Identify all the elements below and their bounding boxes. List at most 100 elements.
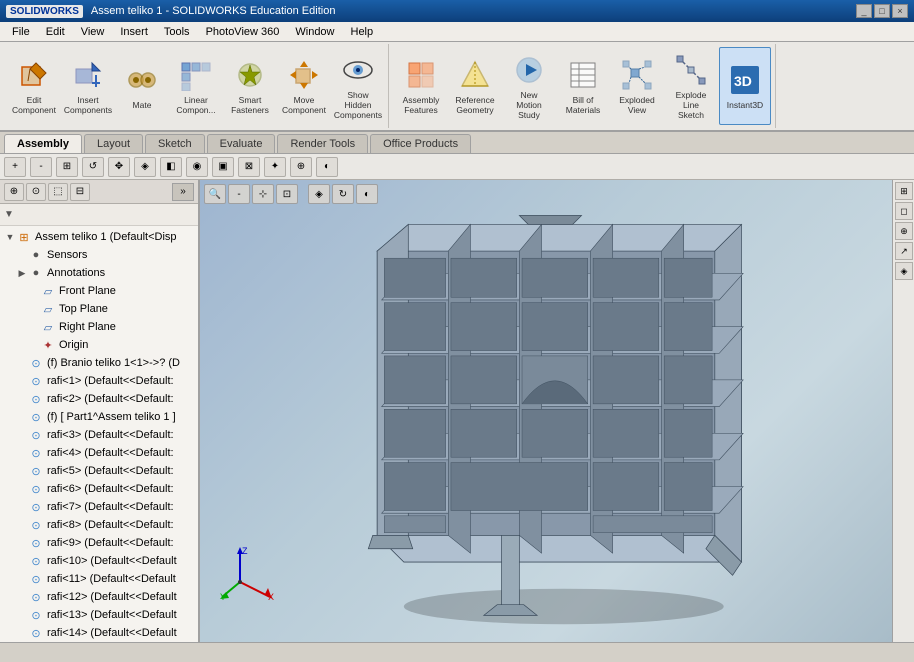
tree-expand-0[interactable]: ▼ [4, 231, 16, 243]
tree-label-15: rafi<7> (Default<<Default: [47, 501, 174, 513]
tree-label-0: Assem teliko 1 (Default<Disp [35, 231, 177, 243]
tree-item-3[interactable]: ▱Front Plane [0, 282, 198, 300]
tree-item-16[interactable]: ⊙rafi<8> (Default<<Default: [0, 516, 198, 534]
view-orient-button[interactable]: ◈ [134, 157, 156, 177]
right-icon-3[interactable]: ⊕ [895, 222, 913, 240]
tab-evaluate[interactable]: Evaluate [207, 134, 276, 153]
tree-item-17[interactable]: ⊙rafi<9> (Default<<Default: [0, 534, 198, 552]
tree-item-4[interactable]: ▱Top Plane [0, 300, 198, 318]
panel-btn-4[interactable]: ⊟ [70, 183, 90, 201]
tab-render-tools[interactable]: Render Tools [277, 134, 368, 153]
tree-label-7: (f) Branio teliko 1<1>->? (D [47, 357, 180, 369]
filter-icon: ▼ [4, 209, 14, 220]
show-hidden-button[interactable]: ShowHiddenComponents [332, 47, 384, 125]
menu-edit[interactable]: Edit [38, 24, 73, 40]
right-icon-4[interactable]: ↗ [895, 242, 913, 260]
zoom-out-button[interactable]: - [30, 157, 52, 177]
menu-insert[interactable]: Insert [112, 24, 156, 40]
lights-button[interactable]: ✦ [264, 157, 286, 177]
reference-geometry-button[interactable]: ReferenceGeometry [449, 47, 501, 125]
reference-geometry-label: ReferenceGeometry [455, 95, 494, 115]
edit-component-label: EditComponent [12, 95, 56, 115]
menu-photoview[interactable]: PhotoView 360 [198, 24, 288, 40]
tree-item-5[interactable]: ▱Right Plane [0, 318, 198, 336]
tree-item-1[interactable]: ●Sensors [0, 246, 198, 264]
right-icon-5[interactable]: ◈ [895, 262, 913, 280]
tree-item-22[interactable]: ⊙rafi<14> (Default<<Default [0, 624, 198, 642]
maximize-button[interactable]: □ [874, 4, 890, 18]
zoom-in-button[interactable]: + [4, 157, 26, 177]
tree-expand-2[interactable]: ▶ [16, 267, 28, 279]
tree-item-10[interactable]: ⊙(f) [ Part1^Assem teliko 1 ] [0, 408, 198, 426]
menu-window[interactable]: Window [287, 24, 342, 40]
hide-show-button[interactable]: ◐ [316, 157, 338, 177]
exploded-view-button[interactable]: ExplodedView [611, 47, 663, 125]
tree-label-11: rafi<3> (Default<<Default: [47, 429, 174, 441]
tab-sketch[interactable]: Sketch [145, 134, 205, 153]
menu-tools[interactable]: Tools [156, 24, 198, 40]
tree-icon-part: ⊙ [28, 625, 44, 641]
tree-label-2: Annotations [47, 267, 105, 279]
tree-expand-10 [16, 411, 28, 423]
bill-of-materials-button[interactable]: Bill ofMaterials [557, 47, 609, 125]
viewport[interactable]: 🔍 - ⊹ ⊡ ◈ ↻ ◐ [200, 180, 892, 642]
tree-label-4: Top Plane [59, 303, 108, 315]
insert-components-button[interactable]: InsertComponents [62, 47, 114, 125]
menu-view[interactable]: View [73, 24, 113, 40]
tree-item-18[interactable]: ⊙rafi<10> (Default<<Default [0, 552, 198, 570]
linear-component-button[interactable]: LinearCompon... [170, 47, 222, 125]
display-mode-button[interactable]: ▣ [212, 157, 234, 177]
panel-collapse-button[interactable]: » [172, 183, 194, 201]
tree-item-19[interactable]: ⊙rafi<11> (Default<<Default [0, 570, 198, 588]
tree-item-2[interactable]: ▶●Annotations [0, 264, 198, 282]
assembly-features-button[interactable]: AssemblyFeatures [395, 47, 447, 125]
pan-button[interactable]: ✥ [108, 157, 130, 177]
tab-assembly[interactable]: Assembly [4, 134, 82, 153]
menu-file[interactable]: File [4, 24, 38, 40]
tree-item-12[interactable]: ⊙rafi<4> (Default<<Default: [0, 444, 198, 462]
right-icon-2[interactable]: ◻ [895, 202, 913, 220]
appearance-button[interactable]: ◉ [186, 157, 208, 177]
panel-btn-3[interactable]: ⬚ [48, 183, 68, 201]
tree-item-9[interactable]: ⊙rafi<2> (Default<<Default: [0, 390, 198, 408]
motion-study-button[interactable]: NewMotionStudy [503, 47, 555, 125]
tree-label-20: rafi<12> (Default<<Default [47, 591, 177, 603]
linear-component-icon [178, 57, 214, 93]
tree-item-15[interactable]: ⊙rafi<7> (Default<<Default: [0, 498, 198, 516]
explode-line-button[interactable]: ExplodeLineSketch [665, 47, 717, 125]
camera-button[interactable]: ⊕ [290, 157, 312, 177]
svg-text:3D: 3D [734, 73, 752, 89]
instant3d-button[interactable]: 3D Instant3D [719, 47, 771, 125]
menu-help[interactable]: Help [343, 24, 382, 40]
menubar: File Edit View Insert Tools PhotoView 36… [0, 22, 914, 42]
tab-layout[interactable]: Layout [84, 134, 143, 153]
tree-item-21[interactable]: ⊙rafi<13> (Default<<Default [0, 606, 198, 624]
reference-geometry-icon [457, 57, 493, 93]
scene-button[interactable]: ⊠ [238, 157, 260, 177]
zoom-fit-button[interactable]: ⊞ [56, 157, 78, 177]
panel-btn-2[interactable]: ⊙ [26, 183, 46, 201]
close-button[interactable]: × [892, 4, 908, 18]
tree-icon-origin: ✦ [40, 337, 56, 353]
tab-office-products[interactable]: Office Products [370, 134, 471, 153]
tree-item-13[interactable]: ⊙rafi<5> (Default<<Default: [0, 462, 198, 480]
exploded-view-icon [619, 57, 655, 93]
right-icon-1[interactable]: ⊞ [895, 182, 913, 200]
rotate-button[interactable]: ↺ [82, 157, 104, 177]
tree-item-20[interactable]: ⊙rafi<12> (Default<<Default [0, 588, 198, 606]
tree-item-14[interactable]: ⊙rafi<6> (Default<<Default: [0, 480, 198, 498]
panel-btn-1[interactable]: ⊕ [4, 183, 24, 201]
tree-item-0[interactable]: ▼⊞Assem teliko 1 (Default<Disp [0, 228, 198, 246]
tree-expand-18 [16, 555, 28, 567]
tree-label-12: rafi<4> (Default<<Default: [47, 447, 174, 459]
move-component-button[interactable]: MoveComponent [278, 47, 330, 125]
tree-item-7[interactable]: ⊙(f) Branio teliko 1<1>->? (D [0, 354, 198, 372]
edit-component-button[interactable]: EditComponent [8, 47, 60, 125]
tree-item-11[interactable]: ⊙rafi<3> (Default<<Default: [0, 426, 198, 444]
mate-button[interactable]: Mate [116, 47, 168, 125]
minimize-button[interactable]: _ [856, 4, 872, 18]
tree-item-8[interactable]: ⊙rafi<1> (Default<<Default: [0, 372, 198, 390]
smart-fasteners-button[interactable]: SmartFasteners [224, 47, 276, 125]
section-button[interactable]: ◧ [160, 157, 182, 177]
tree-item-6[interactable]: ✦Origin [0, 336, 198, 354]
